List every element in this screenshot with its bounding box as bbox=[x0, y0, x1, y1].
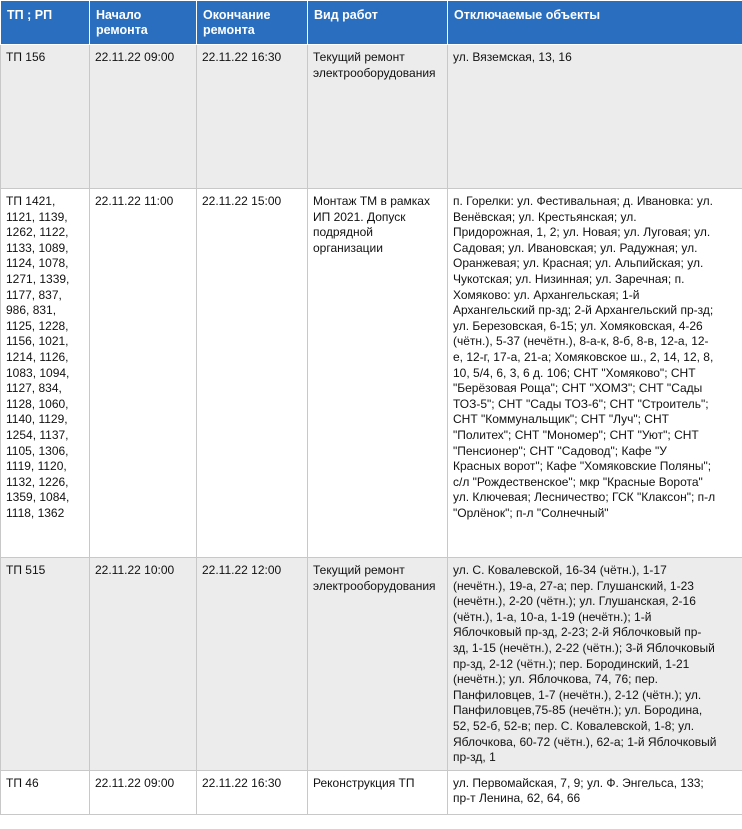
header-end: Окончание ремонта bbox=[196, 0, 308, 45]
cell-work-type: Монтаж ТМ в рамках ИП 2021. Допуск подря… bbox=[307, 188, 448, 558]
cell-end: 22.11.22 12:00 bbox=[196, 557, 308, 771]
cell-work-type: Текущий ремонт электрооборудования bbox=[307, 44, 448, 189]
header-tp: ТП ; РП bbox=[0, 0, 90, 45]
table-row: ТП 46 22.11.22 09:00 22.11.22 16:30 Реко… bbox=[0, 769, 742, 815]
cell-tp: ТП 156 bbox=[0, 44, 90, 189]
cell-start: 22.11.22 10:00 bbox=[89, 557, 197, 771]
cell-objects: п. Горелки: ул. Фестивальная; д. Ивановк… bbox=[447, 188, 742, 558]
cell-objects: ул. С. Ковалевской, 16-34 (чётн.), 1-17 … bbox=[447, 557, 742, 771]
cell-tp: ТП 1421, 1121, 1139, 1262, 1122, 1133, 1… bbox=[0, 188, 90, 558]
cell-start: 22.11.22 11:00 bbox=[89, 188, 197, 558]
cell-work-type: Реконструкция ТП bbox=[307, 769, 448, 815]
cell-start: 22.11.22 09:00 bbox=[89, 44, 197, 189]
cell-start: 22.11.22 09:00 bbox=[89, 769, 197, 815]
header-work-type: Вид работ bbox=[307, 0, 448, 45]
cell-objects: ул. Вяземская, 13, 16 bbox=[447, 44, 742, 189]
table-row: ТП 1421, 1121, 1139, 1262, 1122, 1133, 1… bbox=[0, 188, 742, 558]
table-header-row: ТП ; РП Начало ремонта Окончание ремонта… bbox=[0, 0, 742, 45]
cell-tp: ТП 515 bbox=[0, 557, 90, 771]
header-objects: Отключаемые объекты bbox=[447, 0, 742, 45]
cell-tp: ТП 46 bbox=[0, 769, 90, 815]
cell-work-type: Текущий ремонт электрооборудования bbox=[307, 557, 448, 771]
cell-end: 22.11.22 16:30 bbox=[196, 769, 308, 815]
outage-schedule-table: ТП ; РП Начало ремонта Окончание ремонта… bbox=[0, 0, 742, 815]
cell-end: 22.11.22 15:00 bbox=[196, 188, 308, 558]
table-row: ТП 515 22.11.22 10:00 22.11.22 12:00 Тек… bbox=[0, 557, 742, 771]
table-row: ТП 156 22.11.22 09:00 22.11.22 16:30 Тек… bbox=[0, 44, 742, 189]
cell-objects: ул. Первомайская, 7, 9; ул. Ф. Энгельса,… bbox=[447, 769, 742, 815]
cell-end: 22.11.22 16:30 bbox=[196, 44, 308, 189]
header-start: Начало ремонта bbox=[89, 0, 197, 45]
